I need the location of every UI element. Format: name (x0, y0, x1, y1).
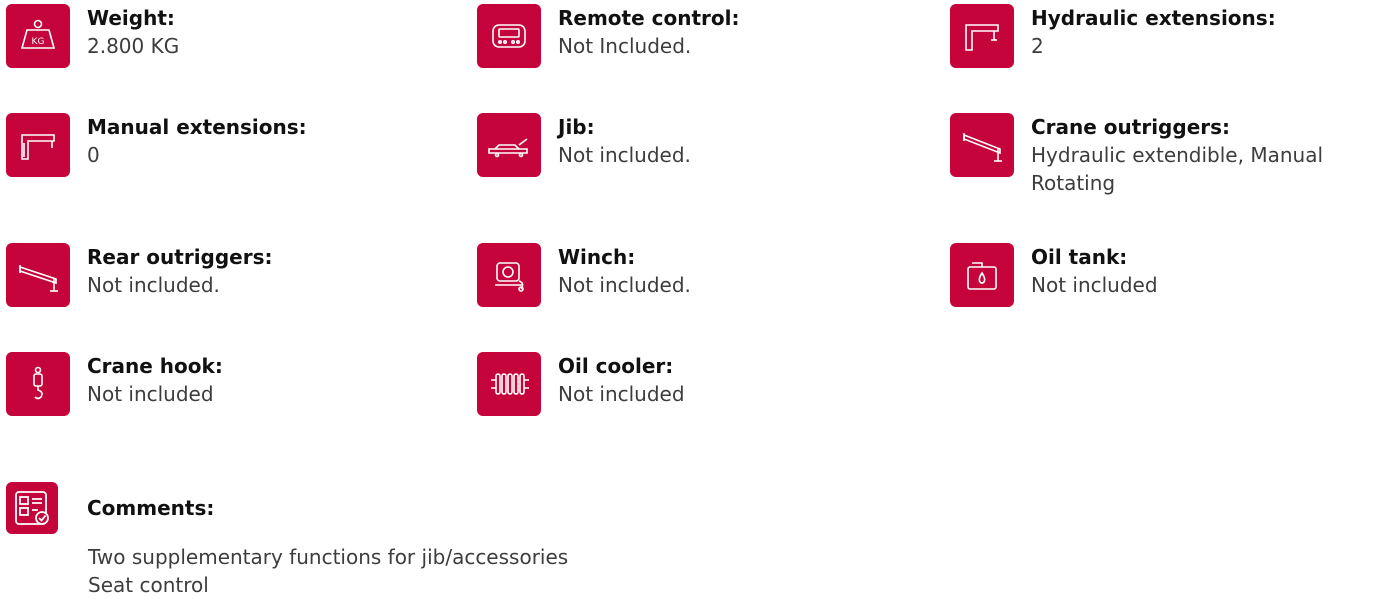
crane-hook-icon (6, 352, 70, 416)
spec-label: Crane outriggers: (1031, 115, 1231, 139)
comments-label: Comments: (87, 496, 215, 520)
spec-value: Not included (87, 382, 214, 406)
spec-value: Not included. (87, 273, 220, 297)
spec-value: Not included (558, 382, 685, 406)
spec-value: Not Included. (558, 34, 692, 58)
rear-outriggers-icon (6, 243, 70, 307)
spec-label: Weight: (87, 6, 175, 30)
comment-line: Two supplementary functions for jib/acce… (88, 545, 569, 569)
weight-icon: KG (6, 4, 70, 68)
crane-outriggers-icon (950, 113, 1014, 177)
spec-value: 0 (87, 143, 100, 167)
spec-label: Oil cooler: (558, 354, 674, 378)
spec-label: Oil tank: (1031, 245, 1128, 269)
oil-tank-icon (950, 243, 1014, 307)
svg-text:KG: KG (32, 37, 45, 47)
oil-cooler-icon (477, 352, 541, 416)
comments-body: Two supplementary functions for jib/acce… (88, 543, 568, 599)
spec-label: Winch: (558, 245, 636, 269)
remote-control-icon (477, 4, 541, 68)
winch-icon (477, 243, 541, 307)
hydraulic-extensions-icon (950, 4, 1014, 68)
spec-value: Not included (1031, 273, 1158, 297)
spec-value: 2 (1031, 34, 1044, 58)
spec-value: Hydraulic extendible, Manual Rotating (1031, 143, 1324, 195)
spec-label: Jib: (558, 115, 595, 139)
spec-label: Rear outriggers: (87, 245, 273, 269)
spec-label: Hydraulic extensions: (1031, 6, 1276, 30)
spec-label: Remote control: (558, 6, 740, 30)
jib-icon (477, 113, 541, 177)
spec-label: Crane hook: (87, 354, 223, 378)
spec-value: Not included. (558, 143, 691, 167)
spec-value: 2.800 KG (87, 34, 180, 58)
spec-value: Not included. (558, 273, 691, 297)
manual-extensions-icon (6, 113, 70, 177)
comments-icon (6, 482, 58, 534)
spec-label: Manual extensions: (87, 115, 307, 139)
